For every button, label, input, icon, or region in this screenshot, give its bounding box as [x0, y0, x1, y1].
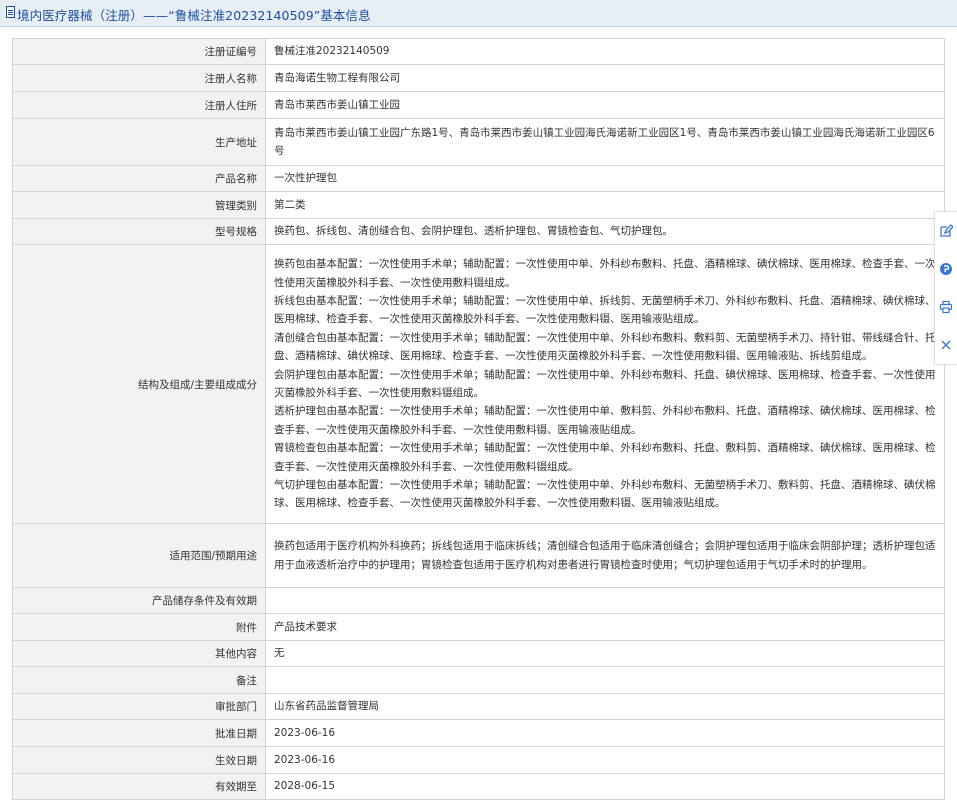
row-value [265, 587, 945, 614]
table-row: 生效日期 2023-06-16 [12, 746, 945, 774]
close-icon [941, 340, 951, 350]
composition-paragraph: 拆线包由基本配置：一次性使用手术单；辅助配置：一次性使用中单、拆线剪、无菌塑柄手… [274, 294, 936, 326]
table-row: 型号规格 换药包、拆线包、清创缝合包、会阴护理包、透析护理包、胃镜检查包、气切护… [12, 218, 945, 245]
row-value: 鲁械注准20232140509 [265, 38, 945, 65]
table-row: 结构及组成/主要组成成分 换药包由基本配置：一次性使用手术单；辅助配置：一次性使… [12, 244, 945, 524]
row-value: 2028-06-15 [265, 773, 945, 800]
row-value: 青岛海诺生物工程有限公司 [265, 64, 945, 92]
table-row: 备注 [12, 666, 945, 694]
row-label: 产品名称 [12, 165, 266, 192]
page-title: 境内医疗器械（注册）——“鲁械注准20232140509”基本信息 [17, 8, 371, 23]
feedback-icon [940, 263, 952, 275]
table-row: 管理类别 第二类 [12, 191, 945, 219]
row-value: 无 [265, 640, 945, 667]
row-value [265, 666, 945, 694]
table-row: 注册人住所 青岛市莱西市姜山镇工业园 [12, 91, 945, 119]
table-row: 审批部门 山东省药品监督管理局 [12, 693, 945, 720]
table-row: 生产地址 青岛市莱西市姜山镇工业园广东路1号、青岛市莱西市姜山镇工业园海氏海诺新… [12, 118, 945, 166]
page-header: 境内医疗器械（注册）——“鲁械注准20232140509”基本信息 [0, 0, 957, 27]
table-row: 注册人名称 青岛海诺生物工程有限公司 [12, 64, 945, 92]
document-icon [6, 6, 15, 18]
table-row: 附件 产品技术要求 [12, 613, 945, 641]
table-row: 注册证编号 鲁械注准20232140509 [12, 38, 945, 65]
table-row: 批准日期 2023-06-16 [12, 719, 945, 747]
row-label: 注册证编号 [12, 38, 266, 65]
side-toolbar [934, 211, 957, 365]
row-label: 批准日期 [12, 719, 266, 747]
row-value: 换药包由基本配置：一次性使用手术单；辅助配置：一次性使用中单、外科纱布敷料、托盘… [265, 244, 945, 524]
row-label: 型号规格 [12, 218, 266, 245]
row-label: 审批部门 [12, 693, 266, 720]
row-value: 山东省药品监督管理局 [265, 693, 945, 720]
row-label: 适用范围/预期用途 [12, 523, 266, 588]
row-value: 2023-06-16 [265, 719, 945, 747]
composition-paragraph: 换药包由基本配置：一次性使用手术单；辅助配置：一次性使用中单、外科纱布敷料、托盘… [274, 258, 936, 289]
row-value: 青岛市莱西市姜山镇工业园 [265, 91, 945, 119]
edit-icon [940, 224, 953, 237]
row-label: 生产地址 [12, 118, 266, 166]
composition-paragraph: 清创缝合包由基本配置：一次性使用手术单；辅助配置：一次性使用中单、外科纱布敷料、… [274, 331, 936, 363]
table-row: 产品名称 一次性护理包 [12, 165, 945, 192]
row-label: 备注 [12, 666, 266, 694]
feedback-button[interactable] [935, 250, 957, 288]
row-value: 第二类 [265, 191, 945, 219]
row-label: 附件 [12, 613, 266, 641]
print-icon [939, 300, 953, 314]
row-label: 注册人住所 [12, 91, 266, 119]
row-label: 生效日期 [12, 746, 266, 774]
row-label: 其他内容 [12, 640, 266, 667]
row-label: 注册人名称 [12, 64, 266, 92]
close-button[interactable] [935, 326, 957, 364]
row-label: 管理类别 [12, 191, 266, 219]
table-row: 适用范围/预期用途 换药包适用于医疗机构外科换药；拆线包适用于临床拆线；清创缝合… [12, 523, 945, 588]
composition-paragraph: 胃镜检查包由基本配置：一次性使用手术单；辅助配置：一次性使用中单、外科纱布敷料、… [274, 442, 936, 473]
table-row: 有效期至 2028-06-15 [12, 773, 945, 800]
row-value: 换药包适用于医疗机构外科换药；拆线包适用于临床拆线；清创缝合包适用于临床清创缝合… [265, 523, 945, 588]
info-table: 注册证编号 鲁械注准20232140509 注册人名称 青岛海诺生物工程有限公司… [12, 38, 945, 800]
row-value: 2023-06-16 [265, 746, 945, 774]
composition-paragraph: 会阴护理包由基本配置：一次性使用手术单；辅助配置：一次性使用中单、外科纱布敷料、… [274, 368, 936, 399]
row-value: 产品技术要求 [265, 613, 945, 641]
row-label: 结构及组成/主要组成成分 [12, 244, 266, 524]
table-row: 产品储存条件及有效期 [12, 587, 945, 614]
table-row: 其他内容 无 [12, 640, 945, 667]
row-value: 青岛市莱西市姜山镇工业园广东路1号、青岛市莱西市姜山镇工业园海氏海诺新工业园区1… [265, 118, 945, 166]
print-button[interactable] [935, 288, 957, 326]
row-label: 产品储存条件及有效期 [12, 587, 266, 614]
edit-button[interactable] [935, 212, 957, 250]
row-label: 有效期至 [12, 773, 266, 800]
composition-paragraph: 透析护理包由基本配置：一次性使用手术单；辅助配置：一次性使用中单、敷料剪、外科纱… [274, 405, 936, 436]
row-value: 一次性护理包 [265, 165, 945, 192]
row-value: 换药包、拆线包、清创缝合包、会阴护理包、透析护理包、胃镜检查包、气切护理包。 [265, 218, 945, 245]
composition-paragraph: 气切护理包由基本配置：一次性使用手术单；辅助配置：一次性使用中单、外科纱布敷料、… [274, 479, 936, 510]
